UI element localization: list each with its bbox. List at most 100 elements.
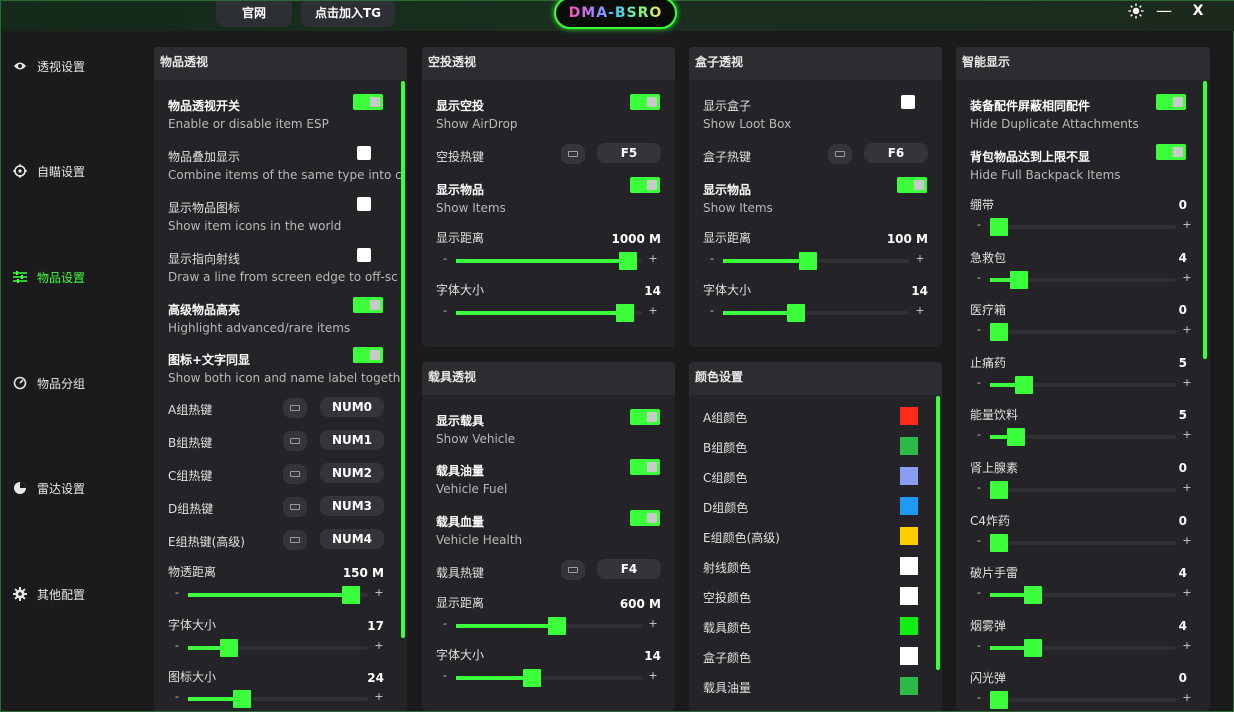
decrement-button[interactable]: - xyxy=(974,428,984,441)
quantity-slider[interactable]: - + xyxy=(974,586,1192,605)
increment-button[interactable]: + xyxy=(648,617,658,630)
box-items-toggle[interactable] xyxy=(897,177,927,193)
color-swatch[interactable] xyxy=(900,647,918,665)
quantity-slider[interactable]: - + xyxy=(974,270,1192,289)
quantity-slider[interactable]: - + xyxy=(974,638,1192,657)
keyboard-icon[interactable] xyxy=(561,560,585,580)
color-swatch[interactable] xyxy=(900,437,918,455)
decrement-button[interactable]: - xyxy=(172,690,182,703)
slider-handle[interactable] xyxy=(990,218,1008,236)
airdrop-hotkey[interactable]: F5 xyxy=(597,143,661,163)
item-icons-toggle[interactable] xyxy=(357,197,371,211)
slider-handle[interactable] xyxy=(1010,270,1029,289)
increment-button[interactable]: + xyxy=(1182,218,1192,231)
vehicle-fuel-toggle[interactable] xyxy=(630,459,660,475)
vehicle-health-toggle[interactable] xyxy=(630,510,660,526)
direction-line-toggle[interactable] xyxy=(357,248,371,262)
sidebar-item-esp[interactable]: 透视设置 xyxy=(1,53,141,79)
theme-sun-icon[interactable] xyxy=(1125,3,1147,23)
hotkey-a[interactable]: NUM0 xyxy=(320,397,384,417)
slider-handle[interactable] xyxy=(548,617,567,635)
decrement-button[interactable]: - xyxy=(974,481,984,494)
hotkey-b[interactable]: NUM1 xyxy=(320,430,384,450)
vehicle-hotkey[interactable]: F4 xyxy=(597,559,661,579)
slider-handle[interactable] xyxy=(990,691,1008,710)
slider-handle[interactable] xyxy=(786,304,805,322)
slider-handle[interactable] xyxy=(990,323,1008,342)
slider-track[interactable] xyxy=(990,540,1176,545)
hotkey-d[interactable]: NUM3 xyxy=(320,496,384,516)
icon-text-toggle[interactable] xyxy=(353,347,383,363)
decrement-button[interactable]: - xyxy=(974,586,984,599)
decrement-button[interactable]: - xyxy=(974,218,984,231)
increment-button[interactable]: + xyxy=(374,586,384,599)
slider-handle[interactable] xyxy=(1015,375,1034,394)
show-airdrop-toggle[interactable] xyxy=(630,94,660,110)
increment-button[interactable]: + xyxy=(1182,481,1192,494)
increment-button[interactable]: + xyxy=(915,252,925,265)
increment-button[interactable]: + xyxy=(648,252,658,265)
color-swatch[interactable] xyxy=(900,617,918,635)
decrement-button[interactable]: - xyxy=(974,691,984,704)
keyboard-icon[interactable] xyxy=(283,398,307,418)
increment-button[interactable]: + xyxy=(1182,639,1192,652)
slider-handle[interactable] xyxy=(341,586,360,604)
slider-track[interactable] xyxy=(990,488,1176,492)
box-hotkey[interactable]: F6 xyxy=(864,143,928,163)
vehicle-distance-slider[interactable]: - + xyxy=(440,617,658,635)
increment-button[interactable]: + xyxy=(915,304,925,317)
increment-button[interactable]: + xyxy=(1182,271,1192,284)
slider-handle[interactable] xyxy=(1023,638,1042,657)
keyboard-icon[interactable] xyxy=(283,497,307,517)
slider-track[interactable] xyxy=(990,330,1176,335)
scrollbar[interactable] xyxy=(936,396,940,670)
decrement-button[interactable]: - xyxy=(440,669,450,682)
sidebar-item-other[interactable]: 其他配置 xyxy=(1,581,141,607)
color-swatch[interactable] xyxy=(900,467,918,485)
keyboard-icon[interactable] xyxy=(561,144,585,164)
increment-button[interactable]: + xyxy=(1182,586,1192,599)
box-distance-slider[interactable]: - + xyxy=(707,252,925,270)
slider-track[interactable] xyxy=(990,225,1176,229)
airdrop-items-toggle[interactable] xyxy=(630,177,660,193)
color-swatch[interactable] xyxy=(900,497,918,515)
decrement-button[interactable]: - xyxy=(974,639,984,652)
quantity-slider[interactable]: - + xyxy=(974,375,1192,394)
vehicle-font-slider[interactable]: - + xyxy=(440,669,658,687)
slider-handle[interactable] xyxy=(1023,586,1042,605)
quantity-slider[interactable]: - + xyxy=(974,691,1192,710)
increment-button[interactable]: + xyxy=(1182,534,1192,547)
hotkey-e[interactable]: NUM4 xyxy=(320,529,384,549)
airdrop-distance-slider[interactable]: - + xyxy=(440,252,658,270)
hide-full-backpack-toggle[interactable] xyxy=(1156,144,1186,160)
slider-handle[interactable] xyxy=(233,690,252,708)
slider-handle[interactable] xyxy=(615,304,634,322)
increment-button[interactable]: + xyxy=(648,669,658,682)
sidebar-item-groups[interactable]: 物品分组 xyxy=(1,370,141,396)
hide-duplicate-toggle[interactable] xyxy=(1156,94,1186,110)
increment-button[interactable]: + xyxy=(648,304,658,317)
show-box-toggle[interactable] xyxy=(901,95,915,109)
quantity-slider[interactable]: - + xyxy=(974,428,1192,447)
keyboard-icon[interactable] xyxy=(828,144,852,164)
minimize-button[interactable]: — xyxy=(1153,3,1175,23)
decrement-button[interactable]: - xyxy=(974,323,984,336)
decrement-button[interactable]: - xyxy=(440,304,450,317)
hotkey-c[interactable]: NUM2 xyxy=(320,463,384,483)
combine-items-toggle[interactable] xyxy=(357,146,371,160)
scrollbar[interactable] xyxy=(401,81,405,638)
sidebar-item-aim[interactable]: 自瞄设置 xyxy=(1,158,141,184)
scrollbar[interactable] xyxy=(1203,81,1207,359)
sidebar-item-items[interactable]: 物品设置 xyxy=(1,264,141,290)
advanced-highlight-toggle[interactable] xyxy=(353,297,383,313)
slider-track[interactable] xyxy=(990,698,1176,703)
increment-button[interactable]: + xyxy=(1182,376,1192,389)
slider-handle[interactable] xyxy=(990,481,1008,499)
color-swatch[interactable] xyxy=(900,557,918,575)
airdrop-font-slider[interactable]: - + xyxy=(440,304,658,322)
color-swatch[interactable] xyxy=(900,527,918,545)
keyboard-icon[interactable] xyxy=(283,431,307,451)
quantity-slider[interactable]: - + xyxy=(974,218,1192,236)
decrement-button[interactable]: - xyxy=(440,252,450,265)
color-swatch[interactable] xyxy=(900,407,918,425)
